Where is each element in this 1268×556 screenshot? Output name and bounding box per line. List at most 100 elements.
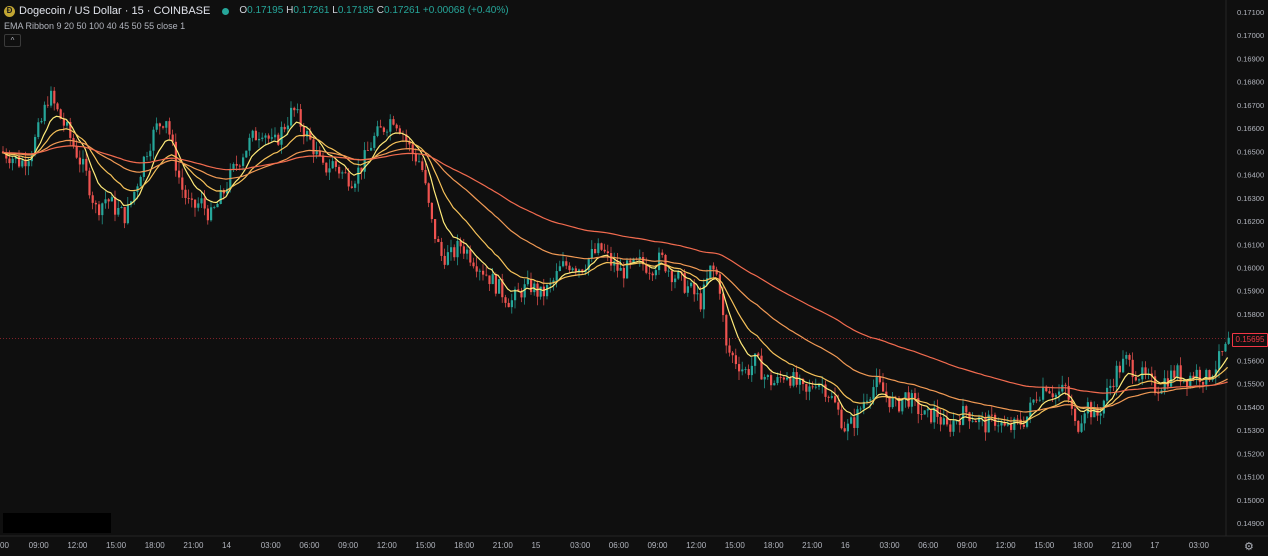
price-axis[interactable]: 0.17100 0.17000 0.16900 0.16800 0.16700 0.166… bbox=[1237, 8, 1264, 528]
market-status-icon bbox=[222, 7, 230, 15]
candle-body bbox=[763, 376, 766, 380]
candle-body bbox=[776, 377, 779, 384]
candle-body bbox=[440, 241, 443, 256]
time-axis[interactable]: 00 09:00 12:00 15:00 18:00 21:00 14 03:00 06:00 0… bbox=[0, 541, 1209, 550]
gear-icon[interactable]: ⚙ bbox=[1244, 540, 1254, 553]
candle-body bbox=[82, 158, 85, 165]
candle-body bbox=[997, 425, 1000, 427]
candle-body bbox=[782, 377, 785, 380]
candle-body bbox=[1125, 355, 1128, 359]
candle-body bbox=[946, 418, 949, 425]
candle-body bbox=[1224, 343, 1227, 352]
candle-body bbox=[1048, 391, 1051, 394]
candle-body bbox=[475, 266, 478, 272]
ema-ribbon-layer bbox=[0, 115, 1229, 425]
change-value: +0.00068 (+0.40%) bbox=[422, 5, 509, 16]
y-tick-label: 0.16800 bbox=[1237, 78, 1264, 87]
candle-body bbox=[123, 207, 126, 224]
candle-body bbox=[395, 124, 398, 129]
candle-body bbox=[1064, 384, 1067, 386]
candle-body bbox=[962, 406, 965, 425]
candle-body bbox=[984, 417, 987, 433]
candle-body bbox=[562, 261, 565, 267]
candle-body bbox=[846, 423, 849, 432]
candle-body bbox=[882, 382, 885, 392]
candle-body bbox=[334, 161, 337, 167]
candle-body bbox=[1042, 386, 1045, 400]
collapse-legend-button[interactable]: ^ bbox=[4, 34, 21, 47]
candle-body bbox=[197, 203, 200, 208]
candle-body bbox=[830, 396, 833, 398]
candle-body bbox=[203, 198, 206, 209]
candle-body bbox=[414, 153, 417, 162]
candle-body bbox=[699, 293, 702, 310]
candle-body bbox=[482, 270, 485, 275]
candle-body bbox=[53, 90, 56, 104]
candle-body bbox=[1179, 365, 1182, 382]
candle-body bbox=[290, 107, 293, 126]
candle-body bbox=[811, 386, 814, 388]
candle-body bbox=[37, 122, 40, 138]
candle-body bbox=[11, 158, 14, 164]
candle-body bbox=[942, 418, 945, 425]
candle-body bbox=[162, 126, 165, 128]
candle-body bbox=[853, 417, 856, 428]
candle-body bbox=[766, 375, 769, 377]
x-tick-label: 06:00 bbox=[299, 541, 320, 550]
candle-body bbox=[1099, 413, 1102, 416]
indicator-label[interactable]: EMA Ribbon 9 20 50 100 40 45 50 55 close… bbox=[4, 19, 509, 33]
candle-body bbox=[88, 170, 91, 196]
candle-body bbox=[485, 274, 488, 276]
candle-body bbox=[347, 172, 350, 187]
x-tick-label: 03:00 bbox=[880, 541, 901, 550]
candle-body bbox=[968, 412, 971, 422]
candle-body bbox=[629, 260, 632, 263]
x-tick-label: 09:00 bbox=[647, 541, 668, 550]
candle-body bbox=[728, 345, 731, 353]
dogecoin-logo-icon: Ð bbox=[4, 5, 15, 17]
candle-body bbox=[875, 376, 878, 388]
candle-body bbox=[1173, 370, 1176, 378]
low-value: 0.17185 bbox=[337, 5, 374, 16]
y-tick-label: 0.16900 bbox=[1237, 54, 1264, 63]
x-tick-label: 03:00 bbox=[261, 541, 282, 550]
candle-body bbox=[869, 399, 872, 401]
candle-body bbox=[1128, 355, 1131, 360]
x-tick-label: 00 bbox=[0, 541, 9, 550]
candle-body bbox=[187, 197, 190, 199]
candle-body bbox=[690, 282, 693, 287]
price-chart[interactable]: 0.17100 0.17000 0.16900 0.16800 0.16700 0.166… bbox=[0, 0, 1268, 556]
candle-body bbox=[78, 157, 81, 165]
candle-body bbox=[808, 386, 811, 392]
close-label: C bbox=[376, 5, 384, 16]
candle-body bbox=[565, 261, 568, 266]
candle-body bbox=[386, 131, 389, 133]
x-tick-label: 12:00 bbox=[686, 541, 707, 550]
candle-body bbox=[1054, 394, 1057, 398]
candle-body bbox=[139, 176, 142, 187]
candle-body bbox=[280, 126, 283, 145]
candle-body bbox=[98, 204, 101, 216]
candle-body bbox=[971, 420, 974, 422]
candle-body bbox=[1010, 424, 1013, 430]
candle-body bbox=[91, 195, 94, 203]
candle-body bbox=[510, 300, 513, 308]
candle-body bbox=[1058, 391, 1061, 395]
candle-body bbox=[469, 249, 472, 263]
candle-body bbox=[366, 150, 369, 151]
candle-body bbox=[952, 420, 955, 432]
candle-body bbox=[94, 202, 97, 205]
x-tick-label: 21:00 bbox=[493, 541, 514, 550]
candle-body bbox=[686, 286, 689, 293]
candle-body bbox=[331, 161, 334, 169]
candle-body bbox=[542, 286, 545, 297]
candle-body bbox=[210, 207, 213, 221]
symbol-title[interactable]: Dogecoin / US Dollar · 15 · COINBASE bbox=[19, 4, 210, 18]
y-tick-label: 0.17100 bbox=[1237, 8, 1264, 17]
candle-body bbox=[930, 409, 933, 423]
candle-body bbox=[357, 167, 360, 184]
candle-body bbox=[430, 202, 433, 220]
candle-body bbox=[370, 147, 373, 151]
x-tick-label: 15 bbox=[531, 541, 540, 550]
y-tick-label: 0.15800 bbox=[1237, 310, 1264, 319]
